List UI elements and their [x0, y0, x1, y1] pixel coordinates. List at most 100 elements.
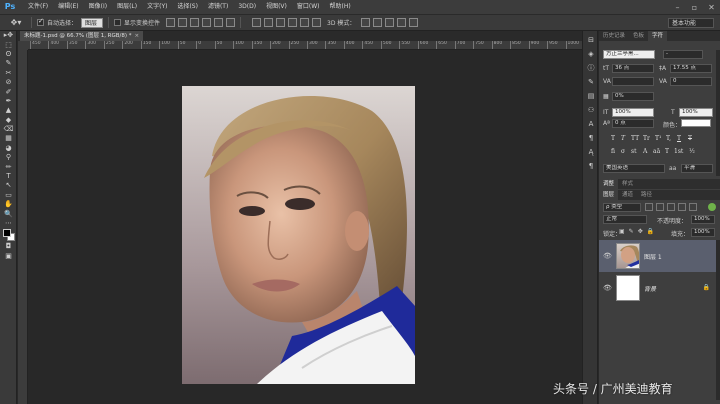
filter-toggle-icon[interactable]: [708, 203, 716, 211]
lock-all-icon[interactable]: 🔒: [647, 228, 654, 235]
filter-type-icon[interactable]: [667, 203, 675, 211]
distribute-top-icon[interactable]: [252, 18, 262, 27]
horizontal-ruler[interactable]: 450 400 350 300 250 200 150 100 50 0 50 100 150 200 25…: [28, 41, 582, 50]
show-transform-checkbox[interactable]: [114, 19, 122, 26]
menu-file[interactable]: 文件(F): [23, 0, 53, 14]
3d-rotate-icon[interactable]: [361, 18, 371, 27]
superscript-button[interactable]: T¹: [655, 135, 661, 142]
character-styles-icon[interactable]: Ą: [583, 146, 599, 157]
brush-panel-icon[interactable]: ✎: [583, 76, 599, 87]
distribute-hcenter-icon[interactable]: [300, 18, 310, 27]
clone-source-icon[interactable]: ⚇: [583, 104, 599, 115]
paragraph-styles-icon[interactable]: ¶: [583, 160, 599, 171]
color-swatches[interactable]: [0, 228, 17, 242]
tab-adjustments[interactable]: 调整: [599, 179, 619, 189]
language-dropdown[interactable]: 美国英语: [603, 164, 665, 173]
auto-select-target-dropdown[interactable]: 图层: [81, 17, 104, 28]
character-panel-icon[interactable]: A: [583, 118, 599, 129]
filter-shape-icon[interactable]: [678, 203, 686, 211]
menu-edit[interactable]: 编辑(E): [53, 0, 83, 14]
titling-alt-button[interactable]: T: [665, 148, 669, 155]
ordinals-button[interactable]: 1st: [674, 148, 683, 155]
lock-pixels-icon[interactable]: ✎: [629, 228, 634, 235]
strikethrough-button[interactable]: T: [688, 135, 692, 142]
screen-mode-icon[interactable]: ▣: [0, 252, 17, 261]
vertical-ruler[interactable]: [18, 50, 28, 404]
antialias-dropdown[interactable]: 平滑: [681, 164, 713, 173]
lock-transparency-icon[interactable]: ▣: [619, 228, 625, 235]
3d-roll-icon[interactable]: [373, 18, 383, 27]
marquee-tool-icon[interactable]: ⬚: [0, 40, 17, 49]
swash-button[interactable]: A: [643, 148, 647, 155]
subscript-button[interactable]: T,: [666, 135, 671, 142]
align-left-icon[interactable]: [202, 18, 212, 27]
move-tool-icon[interactable]: ✥▾: [6, 16, 26, 29]
history-brush-tool-icon[interactable]: ◆: [0, 116, 17, 125]
tab-history[interactable]: 历史记录: [599, 31, 629, 41]
eyedropper-tool-icon[interactable]: ⊘: [0, 78, 17, 87]
menu-type[interactable]: 文字(Y): [142, 0, 172, 14]
crop-tool-icon[interactable]: ✂: [0, 69, 17, 78]
layers-panel-scrollbar[interactable]: [716, 240, 720, 400]
layer-filter-dropdown[interactable]: ρ 类型: [603, 203, 641, 212]
character-panel-scrollbar[interactable]: [716, 50, 720, 176]
all-caps-button[interactable]: TT: [631, 135, 639, 142]
tab-paths[interactable]: 路径: [637, 190, 656, 200]
eraser-tool-icon[interactable]: ⌫: [0, 125, 17, 134]
foreground-color-swatch[interactable]: [3, 229, 11, 238]
tab-channels[interactable]: 通道: [618, 190, 637, 200]
path-select-tool-icon[interactable]: ↖: [0, 181, 17, 190]
lock-position-icon[interactable]: ✥: [638, 228, 643, 235]
font-size-field[interactable]: 36 点: [612, 64, 654, 73]
tab-swatches[interactable]: 色板: [629, 31, 648, 41]
clone-stamp-tool-icon[interactable]: ▲: [0, 106, 17, 115]
baseline-shift-field[interactable]: 0 点: [612, 119, 654, 128]
filter-smart-object-icon[interactable]: [689, 203, 697, 211]
ruler-origin[interactable]: [18, 41, 28, 50]
lasso-tool-icon[interactable]: ʘ: [0, 50, 17, 59]
gradient-tool-icon[interactable]: ▦: [0, 134, 17, 143]
tab-layers[interactable]: 图层: [599, 190, 619, 200]
fill-field[interactable]: 100%: [691, 228, 715, 237]
layer-row[interactable]: 👁 图层 1: [599, 240, 720, 272]
tracking-field[interactable]: 0: [670, 77, 712, 86]
blend-mode-dropdown[interactable]: 正常: [603, 215, 647, 224]
menu-3d[interactable]: 3D(D): [233, 0, 261, 14]
align-vcenter-icon[interactable]: [178, 18, 188, 27]
ligature-button[interactable]: fi: [611, 148, 615, 155]
visibility-eye-icon[interactable]: 👁: [603, 284, 612, 292]
distribute-left-icon[interactable]: [288, 18, 298, 27]
brush-presets-icon[interactable]: ▤: [583, 90, 599, 101]
tab-styles[interactable]: 样式: [618, 179, 637, 189]
pen-tool-icon[interactable]: ✏: [0, 162, 17, 171]
3d-pan-icon[interactable]: [385, 18, 395, 27]
close-icon[interactable]: ✕: [707, 3, 716, 12]
align-bottom-icon[interactable]: [190, 18, 200, 27]
menu-help[interactable]: 帮助(H): [325, 0, 356, 14]
menu-select[interactable]: 选择(S): [172, 0, 203, 14]
visibility-eye-icon[interactable]: 👁: [603, 252, 612, 260]
small-caps-button[interactable]: Tr: [643, 135, 650, 142]
zoom-tool-icon[interactable]: 🔍: [0, 209, 17, 218]
info-panel-icon[interactable]: ⓘ: [583, 62, 599, 73]
blur-tool-icon[interactable]: ◕: [0, 144, 17, 153]
stylistic-alt-button[interactable]: aā: [653, 148, 660, 155]
vertical-scale-field[interactable]: 100%: [612, 108, 654, 117]
brush-tool-icon[interactable]: ✒: [0, 97, 17, 106]
document-tab[interactable]: 未标题-1.psd @ 66.7% (图层 1, RGB/8) * ×: [20, 31, 144, 41]
align-hcenter-icon[interactable]: [214, 18, 224, 27]
hand-tool-icon[interactable]: ✋: [0, 200, 17, 209]
quick-mask-icon[interactable]: ◘: [0, 242, 17, 251]
distribute-vcenter-icon[interactable]: [264, 18, 274, 27]
3d-slide-icon[interactable]: [397, 18, 407, 27]
shape-tool-icon[interactable]: ▭: [0, 191, 17, 200]
move-tool-icon[interactable]: ▸✥: [0, 31, 17, 40]
quick-select-tool-icon[interactable]: ✎: [0, 59, 17, 68]
more-tools-icon[interactable]: ⋯: [0, 219, 17, 228]
auto-select-option[interactable]: 自动选择：: [37, 17, 77, 27]
history-panel-icon[interactable]: ⊟: [583, 34, 599, 45]
type-tool-icon[interactable]: T: [0, 172, 17, 181]
distribute-bottom-icon[interactable]: [276, 18, 286, 27]
auto-select-checkbox[interactable]: [37, 17, 44, 26]
layer-row[interactable]: 👁 背景 🔒: [599, 272, 720, 304]
